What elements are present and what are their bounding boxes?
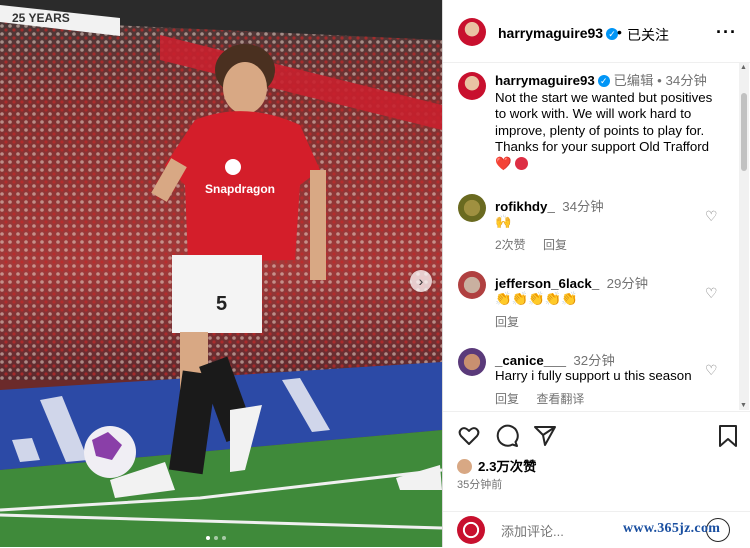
comment-text: 🙌 — [495, 214, 512, 229]
like-heart-icon[interactable] — [457, 424, 481, 448]
more-options-icon[interactable]: ··· — [716, 22, 737, 43]
heart-outline-icon[interactable]: ♡ — [705, 208, 718, 225]
comment-time: 32分钟 — [573, 353, 615, 368]
post-photo: 25 YEARS Snapdragon 5 › — [0, 0, 442, 547]
caption-time: 34分钟 — [665, 73, 707, 88]
separator-dot: • — [617, 24, 622, 40]
post-detail-panel: harrymaguire93 ✓ • 已关注 ··· harrymaguire93… — [443, 0, 750, 547]
heart-outline-icon[interactable]: ♡ — [705, 362, 718, 379]
comment-item: rofikhdy_ 34分钟 🙌 2次赞 回复 ♡ — [443, 194, 739, 254]
commenter-avatar[interactable] — [458, 348, 486, 376]
caption-edited: 已编辑 — [613, 73, 654, 88]
comment-time: 34分钟 — [562, 199, 604, 214]
bookmark-icon[interactable] — [716, 424, 740, 448]
liker-avatar — [457, 459, 472, 474]
likes-count[interactable]: 2.3万次赞 — [478, 459, 536, 474]
author-username[interactable]: harrymaguire93 ✓ — [498, 25, 619, 41]
reply-button[interactable]: 回复 — [495, 315, 519, 329]
comment-item: _canice___ 32分钟 Harry i fully support u … — [443, 348, 739, 408]
likes-summary[interactable]: 2.3万次赞 — [457, 456, 536, 475]
separator-dot: • — [657, 73, 662, 88]
commenter-avatar[interactable] — [458, 194, 486, 222]
share-send-icon[interactable] — [533, 424, 557, 448]
caption-text: Not the start we wanted but positives to… — [495, 89, 713, 171]
post-caption: harrymaguire93 ✓ 已编辑 • 34分钟 Not the start… — [495, 73, 727, 172]
comment-username[interactable]: _canice___ — [495, 353, 566, 368]
heart-outline-icon[interactable]: ♡ — [705, 285, 718, 302]
football-photo: 25 YEARS Snapdragon 5 — [0, 0, 442, 547]
red-circle-emoji-icon — [515, 156, 529, 170]
comment-bubble-icon[interactable] — [495, 424, 519, 448]
caption-avatar[interactable] — [458, 72, 486, 100]
verified-badge-icon: ✓ — [597, 75, 610, 87]
reply-button[interactable]: 回复 — [543, 238, 567, 252]
shirt-sponsor: Snapdragon — [205, 182, 275, 196]
current-user-avatar — [457, 516, 485, 544]
carousel-indicator — [206, 536, 226, 540]
author-avatar[interactable] — [458, 18, 486, 46]
banner-text: 25 YEARS — [12, 11, 70, 25]
comment-text: 👏👏👏👏👏 — [495, 291, 578, 306]
next-image-button[interactable]: › — [410, 270, 432, 292]
comment-likes[interactable]: 2次赞 — [495, 238, 526, 252]
comments-scroll-area[interactable]: harrymaguire93 ✓ 已编辑 • 34分钟 Not the start… — [443, 63, 750, 410]
post-time[interactable]: 35分钟前 — [457, 476, 502, 492]
comment-username[interactable]: jefferson_6lack_ — [495, 276, 599, 291]
shorts-number: 5 — [216, 293, 227, 315]
following-status-button[interactable]: 已关注 — [627, 25, 669, 45]
comment-username[interactable]: rofikhdy_ — [495, 199, 555, 214]
add-comment-input[interactable] — [499, 523, 633, 540]
scrollbar[interactable]: ▲ ▼ — [739, 63, 749, 410]
see-translation-link[interactable]: 查看翻译 — [536, 392, 584, 406]
comment-time: 29分钟 — [606, 276, 649, 291]
comment-text: Harry i fully support u this season — [495, 368, 692, 383]
comment-item: jefferson_6lack_ 29分钟 👏👏👏👏👏 回复 ♡ — [443, 271, 739, 331]
reply-button[interactable]: 回复 — [495, 392, 519, 406]
post-header: harrymaguire93 ✓ • 已关注 ··· — [443, 0, 750, 63]
site-watermark: www.365jz.com — [623, 521, 721, 536]
caption-username[interactable]: harrymaguire93 — [495, 73, 595, 88]
commenter-avatar[interactable] — [458, 271, 486, 299]
